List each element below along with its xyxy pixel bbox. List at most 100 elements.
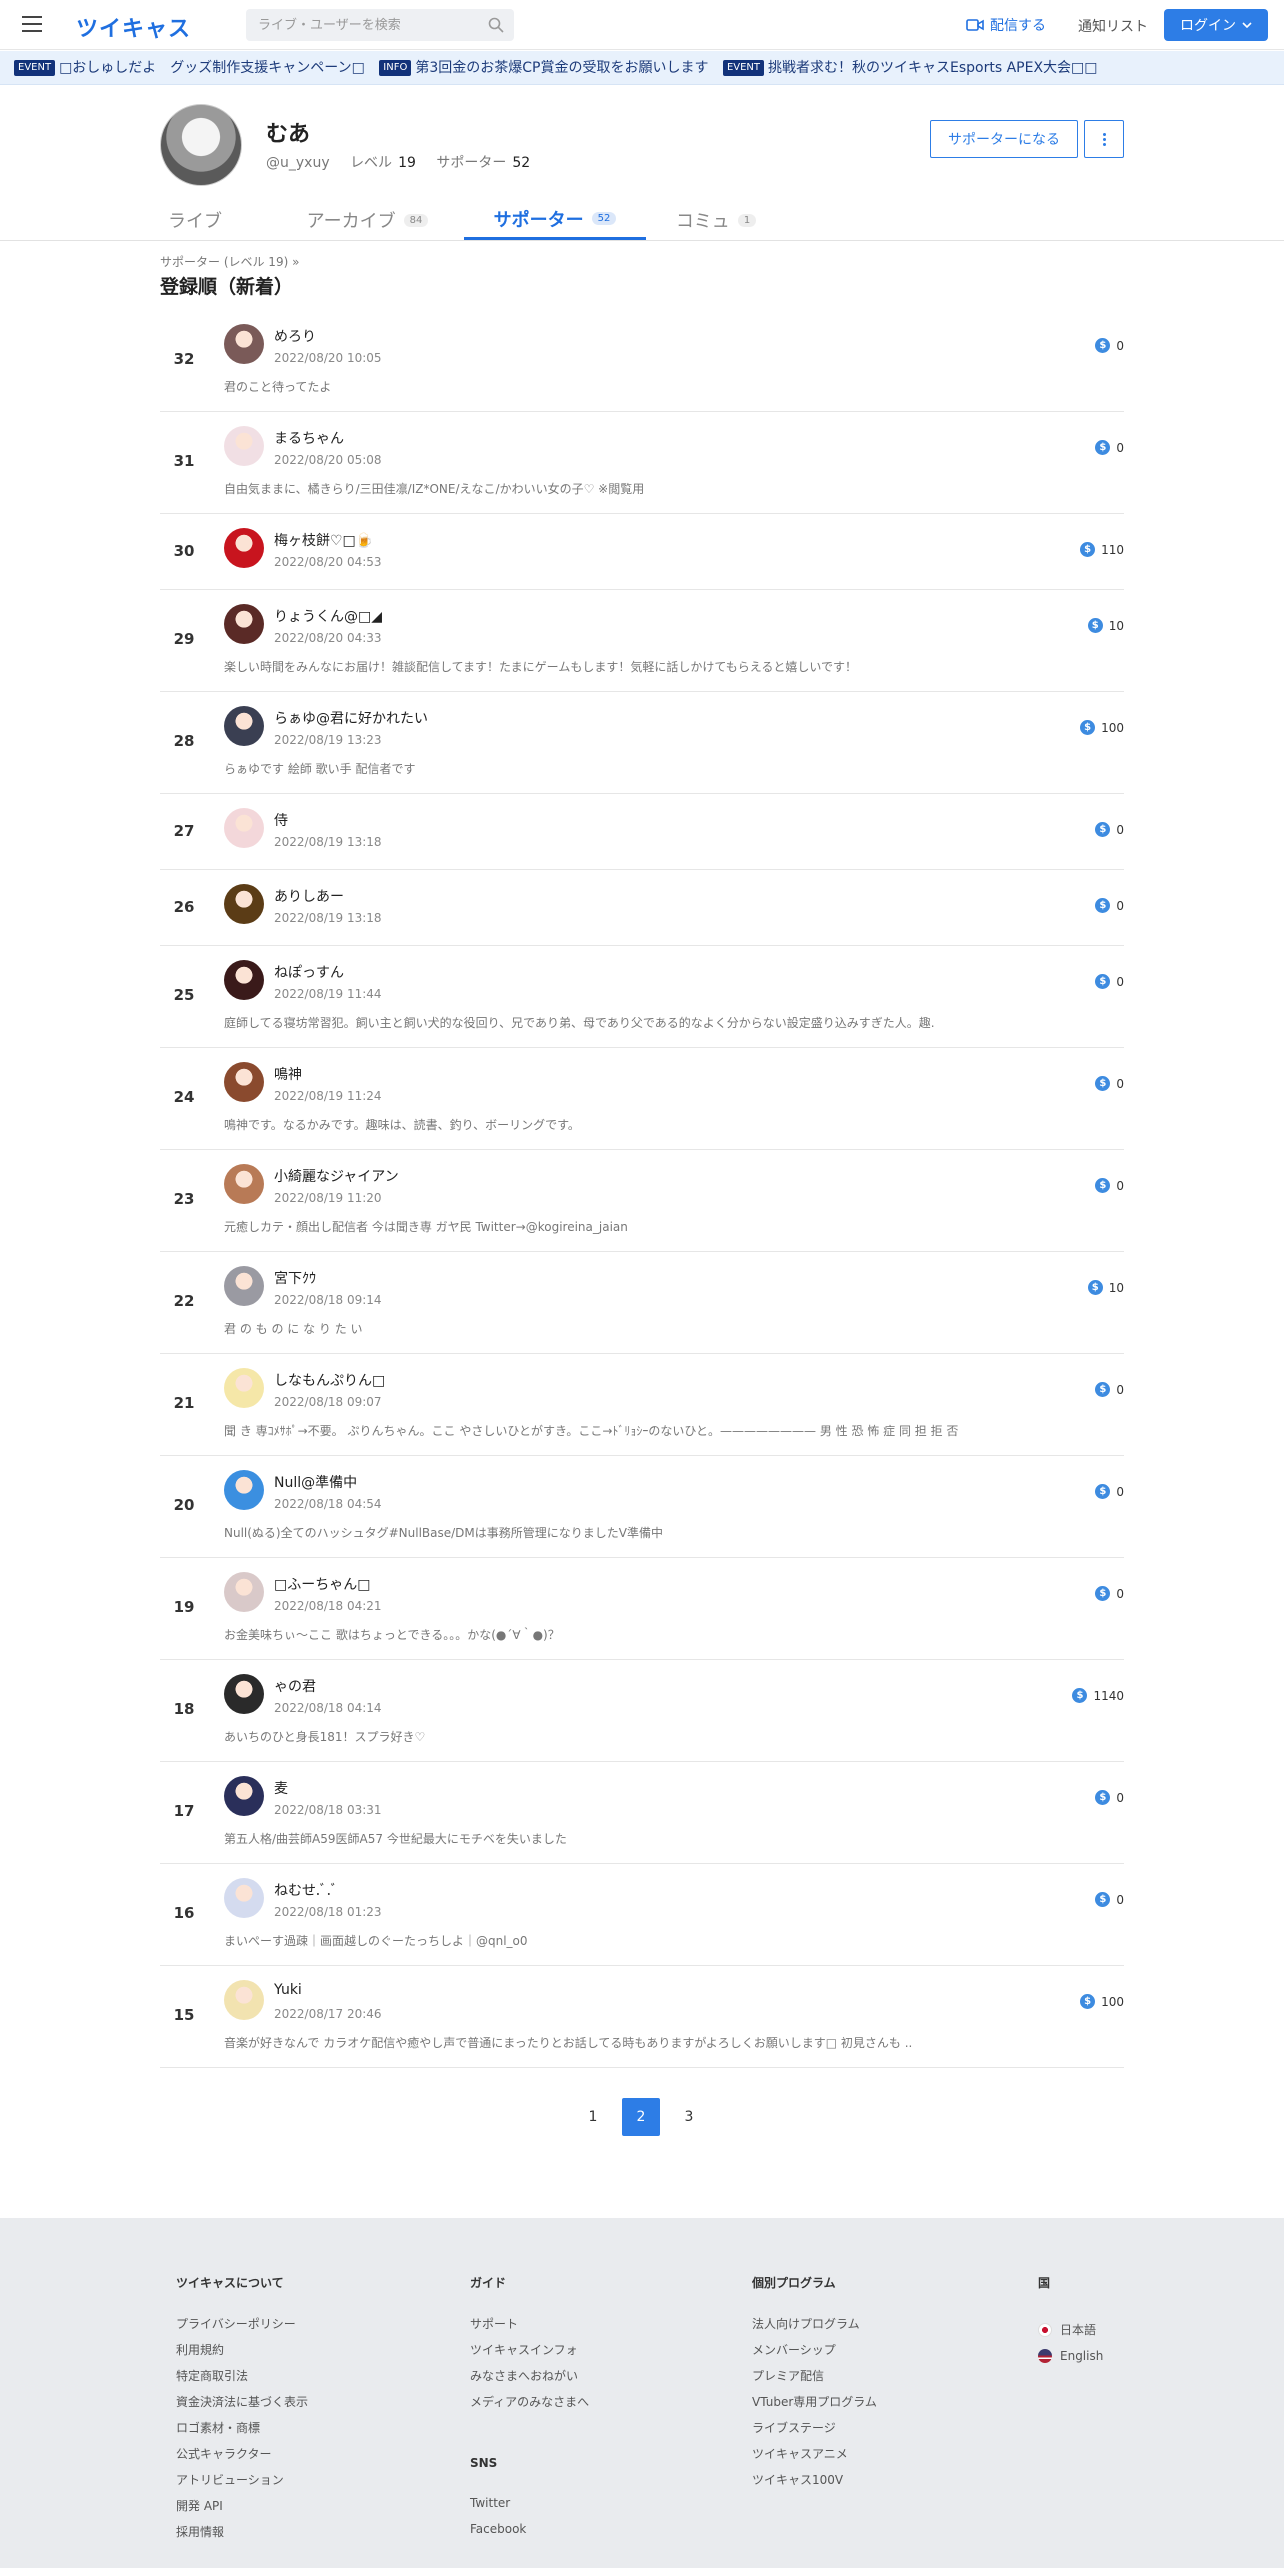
supporter-name[interactable]: らぁゆ@君に好かれたい: [274, 708, 428, 728]
avatar[interactable]: [224, 1674, 264, 1714]
footer-link[interactable]: 資金決済法に基づく表示: [176, 2395, 308, 2421]
ticker-item[interactable]: EVENT 挑戦者求む！秋のツイキャスEsports APEX大会□□: [722, 51, 1098, 84]
supporter-name[interactable]: 小綺麗なジャイアン: [274, 1166, 399, 1186]
supporter-row: 32 めろり 2022/08/20 10:05 君のこと待ってたよ $0: [160, 310, 1124, 412]
footer-link[interactable]: 公式キャラクター: [176, 2447, 308, 2473]
ticker-item[interactable]: EVENT □おしゅしだよ グッズ制作支援キャンペーン□: [14, 51, 365, 84]
supporter-name[interactable]: 麦: [274, 1778, 288, 1798]
avatar[interactable]: [224, 960, 264, 1000]
support-points: $0: [1095, 1892, 1124, 1907]
supporter-name[interactable]: めろり: [274, 326, 316, 346]
supporter-name[interactable]: 鳴神: [274, 1064, 302, 1084]
supporter-name[interactable]: ありしあー: [274, 886, 344, 906]
footer-link[interactable]: 開発 API: [176, 2499, 308, 2525]
avatar[interactable]: [224, 706, 264, 746]
avatar[interactable]: [224, 426, 264, 466]
tab-community[interactable]: コミュ 1: [666, 200, 766, 240]
supporter-row: 16 ねむせ.ﾞ.ﾞ 2022/08/18 01:23 まいぺーす過疎｜画面越しのぐー…: [160, 1864, 1124, 1966]
supporter-name[interactable]: □ふーちゃん□: [274, 1574, 370, 1594]
footer-link[interactable]: ツイキャスアニメ: [752, 2447, 877, 2473]
footer-link[interactable]: メンバーシップ: [752, 2343, 877, 2369]
footer-link[interactable]: アトリビューション: [176, 2473, 308, 2499]
supporter-name[interactable]: 梅ヶ枝餅♡□🍺: [274, 530, 373, 550]
supporter-name[interactable]: しなもんぷりん□: [274, 1370, 385, 1390]
footer-link[interactable]: ツイキャス100V: [752, 2473, 877, 2499]
search-icon[interactable]: [488, 17, 504, 33]
ticker-item[interactable]: INFO 第3回金のお茶爆CP賞金の受取をお願いします: [379, 51, 708, 84]
page-link[interactable]: 2: [622, 2098, 660, 2136]
footer-link[interactable]: プレミア配信: [752, 2369, 877, 2395]
avatar[interactable]: [224, 1776, 264, 1816]
login-button[interactable]: ログイン: [1164, 9, 1268, 41]
rank-number: 27: [173, 822, 195, 840]
tab-archive[interactable]: アーカイブ 84: [295, 200, 440, 240]
footer-link[interactable]: 法人向けプログラム: [752, 2317, 877, 2343]
profile-avatar[interactable]: [160, 104, 242, 186]
supporter-row: 20 Null@準備中 2022/08/18 04:54 Null(ぬる)全てのハッシ…: [160, 1456, 1124, 1558]
footer-link[interactable]: プライバシーポリシー: [176, 2317, 308, 2343]
notification-list-link[interactable]: 通知リスト: [1078, 16, 1148, 36]
supporter-name[interactable]: りょうくん@□◢: [274, 606, 382, 626]
footer-link[interactable]: 利用規約: [176, 2343, 308, 2369]
become-supporter-button[interactable]: サポーターになる: [930, 120, 1078, 158]
page-link[interactable]: 1: [574, 2098, 612, 2136]
page-link[interactable]: 3: [670, 2098, 708, 2136]
footer-link[interactable]: 採用情報: [176, 2525, 308, 2551]
support-points: $0: [1095, 1178, 1124, 1193]
avatar[interactable]: [224, 808, 264, 848]
coin-icon: $: [1087, 618, 1103, 633]
avatar[interactable]: [224, 1980, 264, 2020]
hamburger-menu-icon[interactable]: [22, 16, 42, 32]
supporter-name[interactable]: Yuki: [274, 1982, 302, 1998]
logo[interactable]: ツイキャス: [76, 11, 191, 43]
footer-link[interactable]: ツイキャスインフォ: [470, 2343, 589, 2369]
footer-link[interactable]: サポート: [470, 2317, 589, 2343]
search-input[interactable]: [246, 9, 476, 41]
supporter-name[interactable]: ねむせ.ﾞ.ﾞ: [274, 1880, 338, 1900]
footer-heading: 個別プログラム: [752, 2276, 836, 2290]
supporter-row: 17 麦 2022/08/18 03:31 第五人格/曲芸師A59医師A57 今世紀最…: [160, 1762, 1124, 1864]
tab-live[interactable]: ライブ: [160, 200, 230, 240]
broadcast-button[interactable]: 配信する: [966, 15, 1046, 35]
avatar[interactable]: [224, 324, 264, 364]
supporter-name[interactable]: 宮下ｸｳ: [274, 1268, 316, 1288]
footer-link[interactable]: みなさまへおねがい: [470, 2369, 589, 2395]
avatar[interactable]: [224, 884, 264, 924]
footer-link[interactable]: ライブステージ: [752, 2421, 877, 2447]
ticker-text: □おしゅしだよ グッズ制作支援キャンペーン□: [59, 60, 365, 76]
coin-icon: $: [1095, 1586, 1111, 1601]
supporter-name[interactable]: Null@準備中: [274, 1472, 357, 1492]
rank-number: 29: [173, 630, 195, 648]
supporter-bio: らぁゆです 絵師 歌い手 配信者です: [224, 762, 416, 776]
breadcrumb[interactable]: サポーター (レベル 19) »: [160, 253, 299, 270]
footer-link[interactable]: ロゴ素材・商標: [176, 2421, 308, 2447]
avatar[interactable]: [224, 1164, 264, 1204]
supporter-row: 29 りょうくん@□◢ 2022/08/20 04:33 楽しい時間をみんなにお届け！…: [160, 590, 1124, 692]
avatar[interactable]: [224, 1062, 264, 1102]
supporter-name[interactable]: 侍: [274, 810, 288, 830]
coin-icon: $: [1095, 1892, 1111, 1907]
avatar[interactable]: [224, 1266, 264, 1306]
points-value: 0: [1116, 1790, 1124, 1805]
footer-link[interactable]: 特定商取引法: [176, 2369, 308, 2395]
footer-link[interactable]: Twitter: [470, 2496, 526, 2522]
language-english[interactable]: English: [1038, 2343, 1103, 2369]
coin-icon: $: [1095, 440, 1111, 455]
supporter-bio: 自由気ままに、橘きらり/三田佳凛/IZ*ONE/えなこ/かわいい女の子♡ ※閲覧…: [224, 482, 645, 496]
tab-supporters[interactable]: サポーター 52: [464, 200, 646, 240]
avatar[interactable]: [224, 528, 264, 568]
avatar[interactable]: [224, 1878, 264, 1918]
footer-link[interactable]: Facebook: [470, 2522, 526, 2548]
language-japanese[interactable]: 日本語: [1038, 2317, 1103, 2343]
supporter-name[interactable]: ゃの君: [274, 1676, 316, 1696]
footer-link[interactable]: VTuber専用プログラム: [752, 2395, 877, 2421]
footer-link[interactable]: メディアのみなさまへ: [470, 2395, 589, 2421]
more-options-button[interactable]: [1084, 120, 1124, 158]
avatar[interactable]: [224, 1572, 264, 1612]
avatar[interactable]: [224, 604, 264, 644]
avatar[interactable]: [224, 1470, 264, 1510]
supporter-name[interactable]: まるちゃん: [274, 428, 344, 448]
avatar[interactable]: [224, 1368, 264, 1408]
supporter-name[interactable]: ねぽっすん: [274, 962, 344, 982]
support-points: $0: [1095, 1076, 1124, 1091]
